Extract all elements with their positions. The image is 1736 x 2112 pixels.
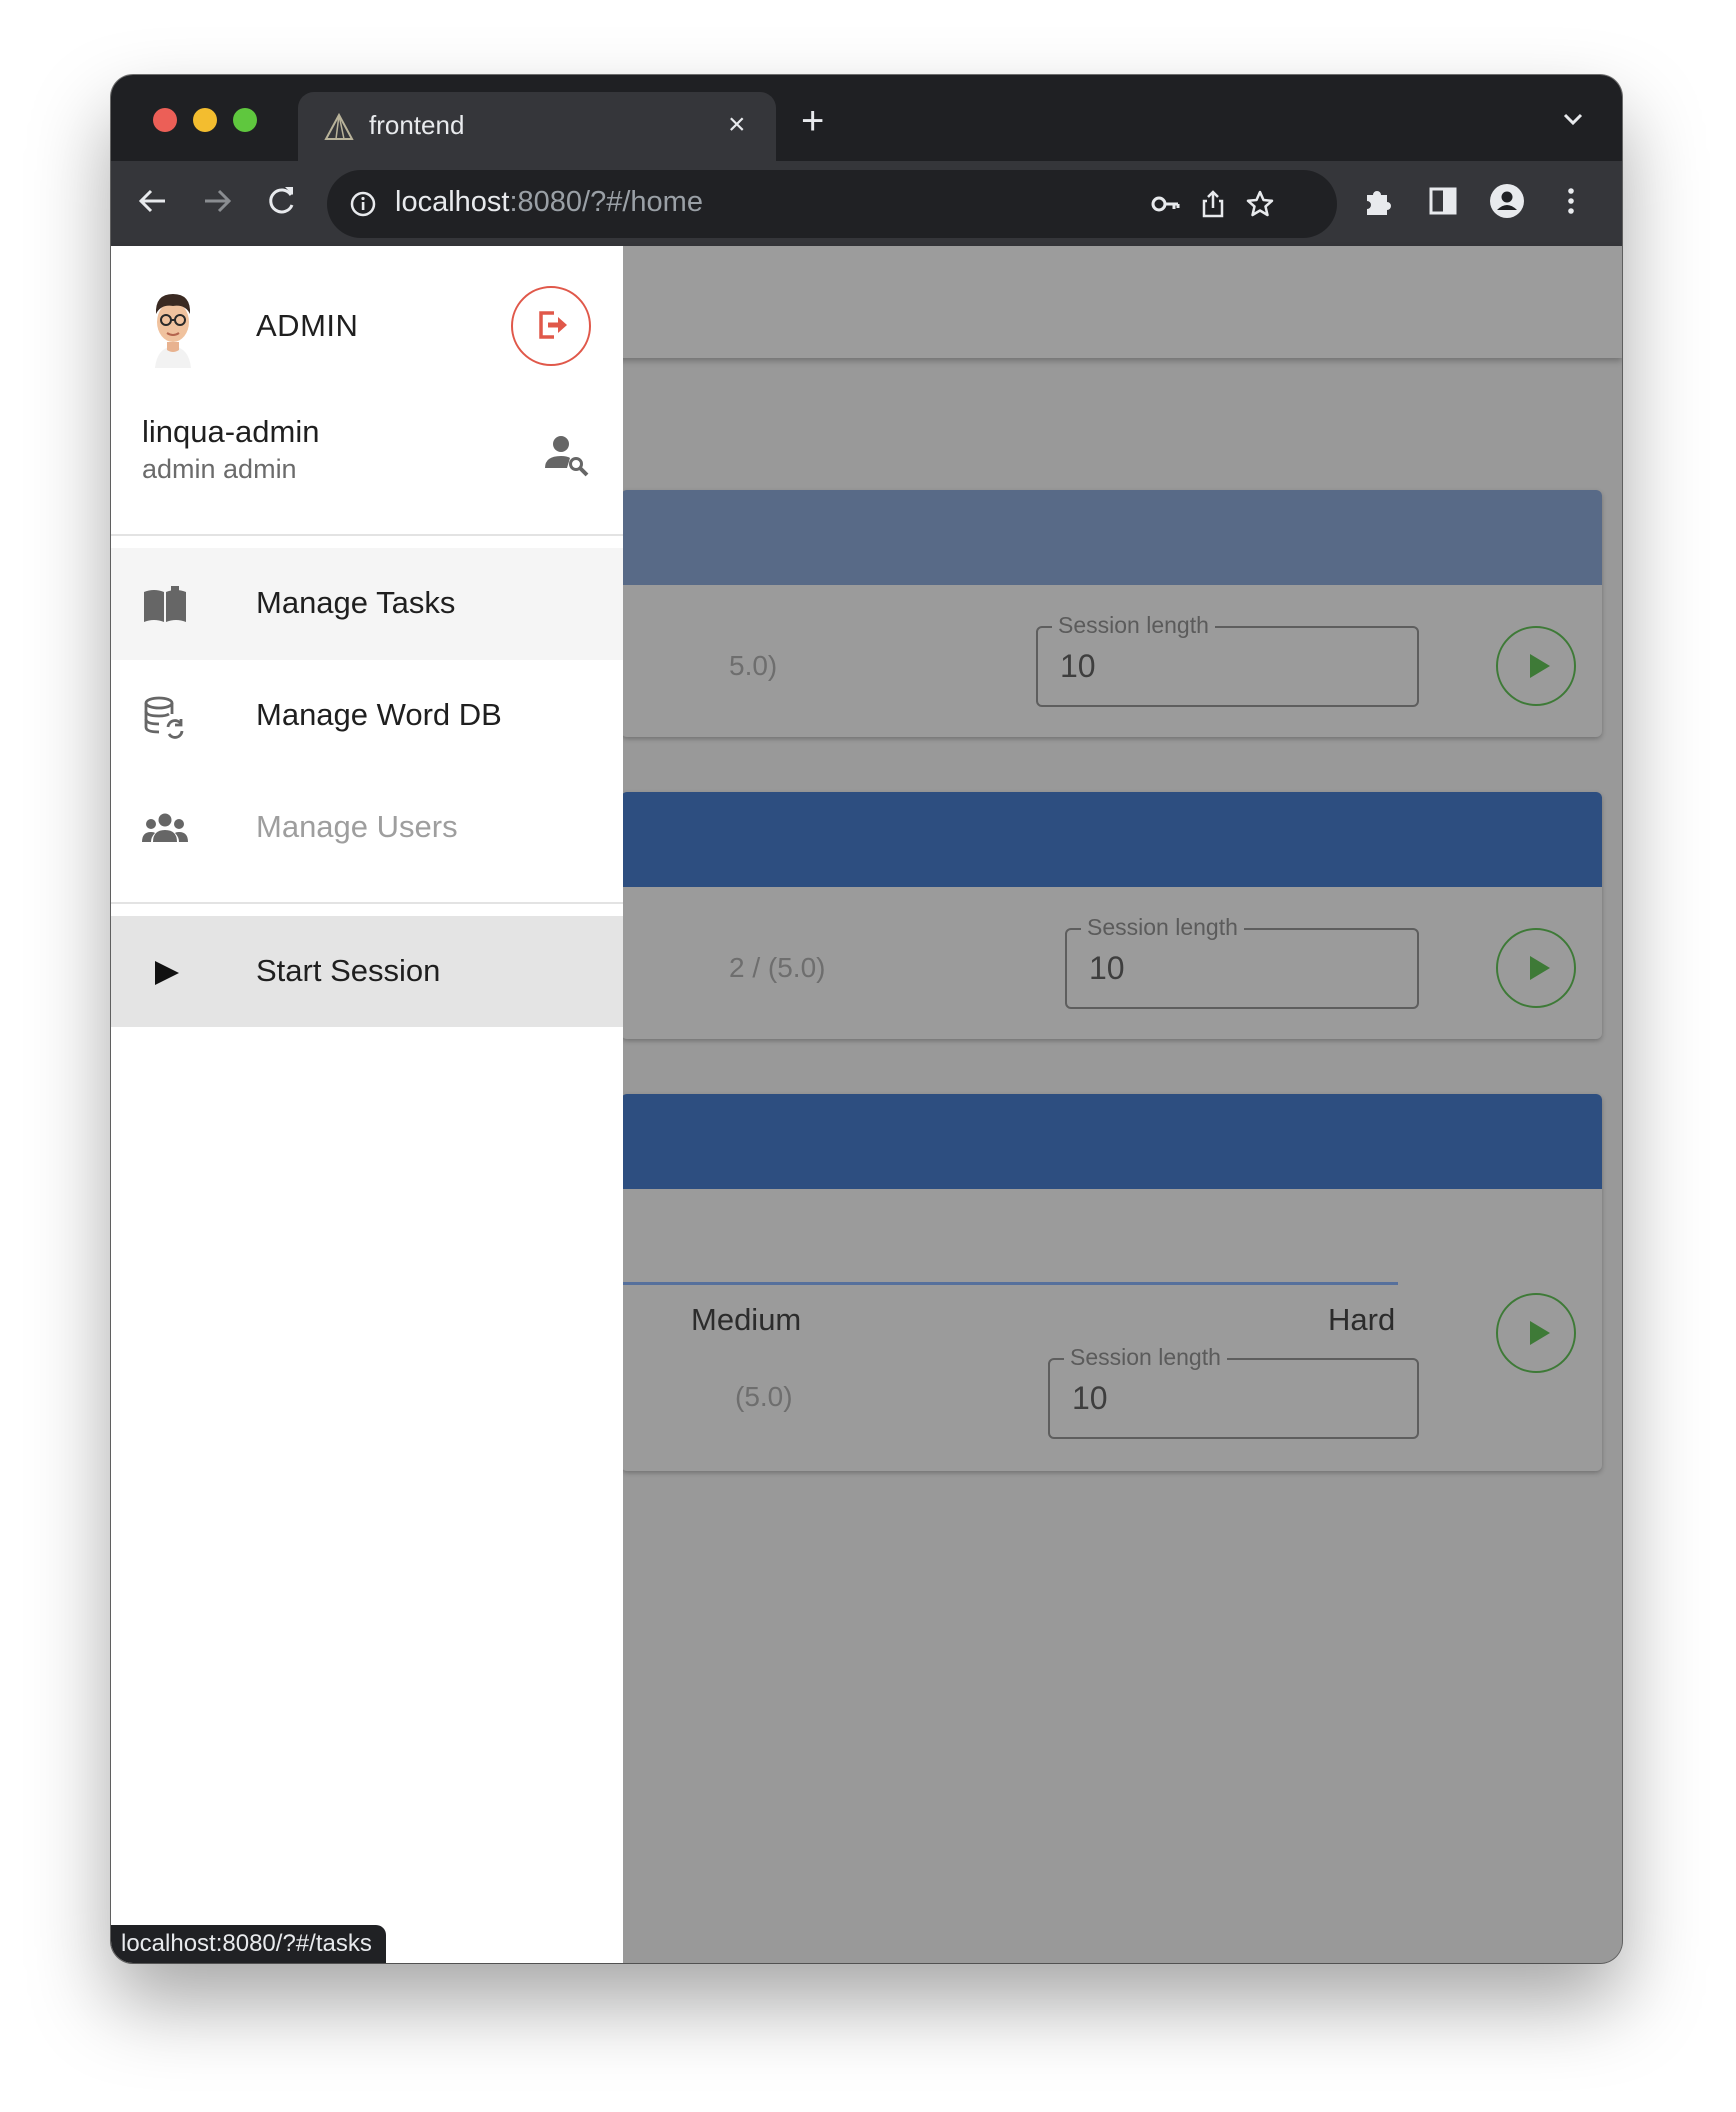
- menu-label: Manage Users: [256, 809, 458, 844]
- browser-window: frontend × + localhost:8080/?#/home 5.0)…: [111, 75, 1622, 1963]
- minimize-window-button[interactable]: [193, 108, 217, 132]
- slider-label-hard: Hard: [1328, 1302, 1396, 1337]
- users-icon: [142, 813, 188, 842]
- slider-label-medium: Medium: [691, 1302, 802, 1337]
- chevron-down-icon[interactable]: [1559, 105, 1587, 133]
- session-length-field[interactable]: Session length 10: [1036, 612, 1419, 707]
- drawer-divider: [111, 534, 623, 536]
- info-icon[interactable]: [347, 188, 379, 220]
- star-icon[interactable]: [1244, 188, 1276, 220]
- task-card-3: Medium Hard (5.0) Session length 10: [621, 1094, 1602, 1471]
- start-task-button[interactable]: [1496, 1293, 1576, 1373]
- menu-label: Manage Word DB: [256, 697, 502, 732]
- reload-icon[interactable]: [261, 181, 301, 221]
- browser-toolbar: localhost:8080/?#/home: [111, 161, 1622, 246]
- page-content: 5.0) Session length 10 2 / (5.0) Session…: [111, 246, 1622, 1963]
- profile-avatar-icon[interactable]: [1489, 183, 1525, 219]
- browser-tab[interactable]: frontend ×: [298, 92, 776, 161]
- difficulty-slider-track[interactable]: [621, 1282, 1398, 1285]
- tab-close-icon[interactable]: ×: [728, 108, 746, 142]
- card-rating-text: 5.0): [729, 650, 778, 681]
- card-header: [621, 1094, 1602, 1189]
- session-length-label: Session length: [1064, 1344, 1227, 1371]
- play-icon: [1530, 654, 1550, 678]
- navigation-drawer: ADMIN linqua-admin admin admin Manage Ta…: [111, 246, 623, 1963]
- play-icon: [1530, 956, 1550, 980]
- menu-item-manage-word-db[interactable]: Manage Word DB: [111, 660, 623, 772]
- session-length-field[interactable]: Session length 10: [1065, 914, 1419, 1009]
- card-header: [621, 490, 1602, 585]
- task-card-2: 2 / (5.0) Session length 10: [621, 792, 1602, 1039]
- user-avatar: [155, 294, 191, 368]
- key-icon[interactable]: [1150, 188, 1182, 220]
- start-task-button[interactable]: [1496, 626, 1576, 706]
- extensions-puzzle-icon[interactable]: [1361, 183, 1397, 219]
- session-length-value: 10: [1072, 1380, 1108, 1416]
- title-bar: frontend × +: [111, 75, 1622, 161]
- menu-item-start-session[interactable]: Start Session: [111, 916, 623, 1027]
- forward-arrow-icon[interactable]: [197, 181, 237, 221]
- address-bar[interactable]: localhost:8080/?#/home: [327, 170, 1337, 238]
- logout-button[interactable]: [511, 286, 591, 366]
- more-menu-icon[interactable]: [1553, 183, 1589, 219]
- manage-account-icon[interactable]: [543, 432, 589, 478]
- play-icon: [155, 961, 179, 985]
- start-task-button[interactable]: [1496, 928, 1576, 1008]
- session-length-label: Session length: [1081, 914, 1244, 941]
- logout-icon: [539, 311, 567, 339]
- drawer-divider: [111, 902, 623, 904]
- card-rating-text: 2 / (5.0): [729, 952, 826, 983]
- user-role: ADMIN: [256, 308, 359, 343]
- share-icon[interactable]: [1197, 188, 1229, 220]
- close-window-button[interactable]: [153, 108, 177, 132]
- menu-item-manage-users[interactable]: Manage Users: [111, 772, 623, 884]
- session-length-value: 10: [1060, 648, 1096, 684]
- maximize-window-button[interactable]: [233, 108, 257, 132]
- task-card-1: 5.0) Session length 10: [621, 490, 1602, 737]
- new-tab-button[interactable]: +: [801, 101, 824, 141]
- menu-item-manage-tasks[interactable]: Manage Tasks: [111, 548, 623, 660]
- side-panel-icon[interactable]: [1425, 183, 1461, 219]
- url-text: localhost:8080/?#/home: [395, 186, 703, 218]
- play-icon: [1530, 1321, 1550, 1345]
- tab-favicon-icon: [324, 112, 354, 140]
- session-length-field[interactable]: Session length 10: [1048, 1344, 1419, 1439]
- card-rating-text: (5.0): [735, 1381, 793, 1412]
- username: linqua-admin: [142, 414, 320, 449]
- user-full-name: admin admin: [142, 454, 297, 484]
- card-header: [621, 792, 1602, 887]
- menu-label: Start Session: [256, 953, 441, 988]
- menu-label: Manage Tasks: [256, 585, 456, 620]
- tab-title: frontend: [369, 110, 465, 140]
- session-length-value: 10: [1089, 950, 1125, 986]
- database-sync-icon: [144, 696, 184, 739]
- book-icon: [144, 586, 186, 622]
- session-length-label: Session length: [1052, 612, 1215, 639]
- link-status-bubble: localhost:8080/?#/tasks: [111, 1925, 386, 1963]
- back-arrow-icon[interactable]: [133, 181, 173, 221]
